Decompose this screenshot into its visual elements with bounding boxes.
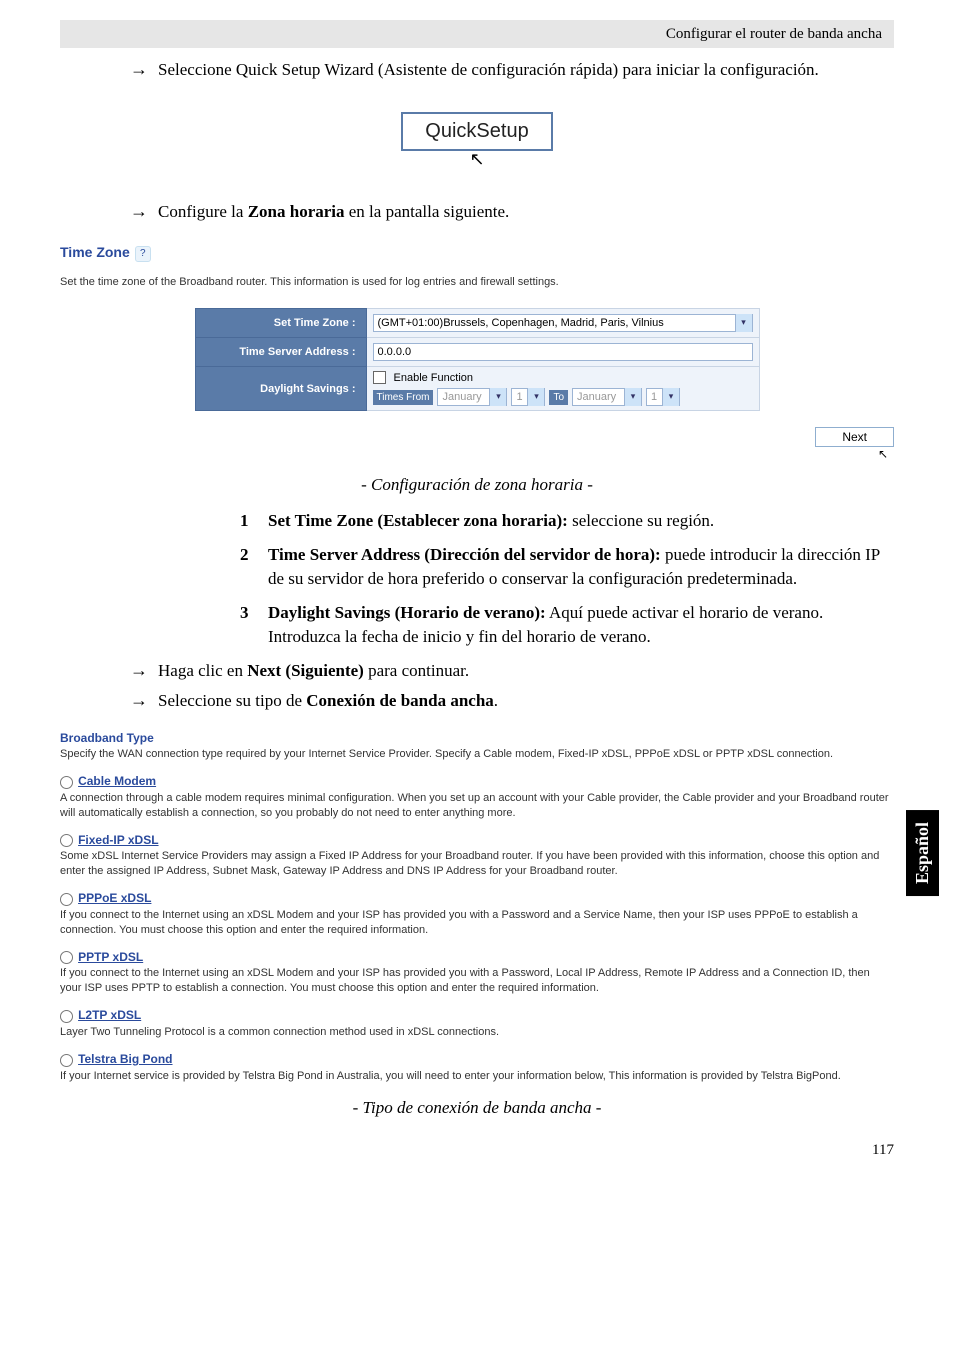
panel-description: Set the time zone of the Broadband route… — [60, 276, 894, 288]
radio-telstra[interactable] — [60, 1054, 73, 1067]
broadband-title: Broadband Type — [60, 731, 894, 745]
chevron-down-icon: ▾ — [489, 388, 506, 406]
language-tab: Español — [906, 810, 939, 896]
page-number: 117 — [60, 1142, 894, 1159]
chevron-down-icon: ▾ — [624, 388, 641, 406]
step-quicksetup: → Seleccione Quick Setup Wizard (Asisten… — [130, 58, 894, 82]
option-description: A connection through a cable modem requi… — [60, 791, 894, 821]
broadband-panel: Broadband Type Specify the WAN connectio… — [60, 731, 894, 1084]
pppoe-link[interactable]: PPPoE xDSL — [78, 891, 151, 905]
broadband-option: Cable Modem A connection through a cable… — [60, 774, 894, 821]
cursor-icon: ↖ — [60, 149, 894, 170]
option-description: If you connect to the Internet using an … — [60, 966, 894, 996]
telstra-link[interactable]: Telstra Big Pond — [78, 1052, 172, 1066]
arrow-icon: → — [130, 689, 148, 713]
broadband-option: L2TP xDSL Layer Two Tunneling Protocol i… — [60, 1008, 894, 1040]
radio-l2tp[interactable] — [60, 1010, 73, 1023]
l2tp-link[interactable]: L2TP xDSL — [78, 1008, 141, 1022]
caption-broadband: - Tipo de conexión de banda ancha - — [60, 1098, 894, 1118]
header-bar: Configurar el router de banda ancha — [60, 20, 894, 48]
timezone-select[interactable]: (GMT+01:00)Brussels, Copenhagen, Madrid,… — [373, 314, 753, 332]
enable-daylight-checkbox[interactable] — [373, 371, 386, 384]
caption-timezone: - Configuración de zona horaria - — [60, 475, 894, 495]
enable-function-label: Enable Function — [394, 372, 474, 384]
radio-pptp[interactable] — [60, 951, 73, 964]
radio-pppoe[interactable] — [60, 893, 73, 906]
step-select-broadband: → Seleccione su tipo de Conexión de band… — [130, 689, 894, 713]
from-month-select[interactable]: January▾ — [437, 388, 507, 406]
from-day-select[interactable]: 1▾ — [511, 388, 545, 406]
list-item: Time Server Address (Dirección del servi… — [240, 543, 894, 591]
broadband-option: PPTP xDSL If you connect to the Internet… — [60, 950, 894, 997]
timezone-table: Set Time Zone : (GMT+01:00)Brussels, Cop… — [195, 308, 760, 411]
broadband-option: Fixed-IP xDSL Some xDSL Internet Service… — [60, 833, 894, 880]
option-description: If you connect to the Internet using an … — [60, 908, 894, 938]
radio-cable-modem[interactable] — [60, 776, 73, 789]
option-description: Some xDSL Internet Service Providers may… — [60, 849, 894, 879]
list-item: Set Time Zone (Establecer zona horaria):… — [240, 509, 894, 533]
chevron-down-icon: ▾ — [662, 388, 679, 406]
step-timezone: → Configure la Zona horaria en la pantal… — [130, 200, 894, 224]
to-month-select[interactable]: January▾ — [572, 388, 642, 406]
set-timezone-label: Set Time Zone : — [195, 309, 366, 338]
radio-fixed-ip[interactable] — [60, 834, 73, 847]
chevron-down-icon: ▾ — [527, 388, 544, 406]
quicksetup-button[interactable]: QuickSetup — [401, 112, 552, 151]
panel-title: Time Zone — [60, 244, 130, 260]
help-icon[interactable]: ? — [135, 246, 151, 262]
cable-modem-link[interactable]: Cable Modem — [78, 774, 156, 788]
option-description: Layer Two Tunneling Protocol is a common… — [60, 1025, 894, 1040]
daylight-savings-label: Daylight Savings : — [195, 367, 366, 411]
step-next: → Haga clic en Next (Siguiente) para con… — [130, 659, 894, 683]
option-description: If your Internet service is provided by … — [60, 1069, 894, 1084]
time-server-input[interactable]: 0.0.0.0 — [373, 343, 753, 361]
time-server-label: Time Server Address : — [195, 338, 366, 367]
quicksetup-label: QuickSetup — [425, 120, 528, 142]
arrow-icon: → — [130, 200, 148, 224]
fixed-ip-link[interactable]: Fixed-IP xDSL — [78, 833, 158, 847]
to-day-select[interactable]: 1▾ — [646, 388, 680, 406]
list-item: Daylight Savings (Horario de verano): Aq… — [240, 601, 894, 649]
broadband-description: Specify the WAN connection type required… — [60, 747, 894, 762]
arrow-icon: → — [130, 659, 148, 683]
to-label: To — [549, 390, 568, 405]
arrow-icon: → — [130, 58, 148, 82]
header-title: Configurar el router de banda ancha — [666, 26, 882, 43]
numbered-list: Set Time Zone (Establecer zona horaria):… — [240, 509, 894, 649]
next-button[interactable]: Next — [815, 427, 894, 447]
broadband-option: Telstra Big Pond If your Internet servic… — [60, 1052, 894, 1084]
pptp-link[interactable]: PPTP xDSL — [78, 950, 143, 964]
broadband-option: PPPoE xDSL If you connect to the Interne… — [60, 891, 894, 938]
timezone-panel: Time Zone ? Set the time zone of the Bro… — [60, 244, 894, 461]
chevron-down-icon: ▾ — [735, 314, 752, 332]
step-text: Configure la Zona horaria en la pantalla… — [158, 200, 509, 224]
step-text: Seleccione Quick Setup Wizard (Asistente… — [158, 58, 819, 82]
cursor-icon: ↖ — [60, 447, 888, 461]
times-from-label: Times From — [373, 390, 434, 405]
